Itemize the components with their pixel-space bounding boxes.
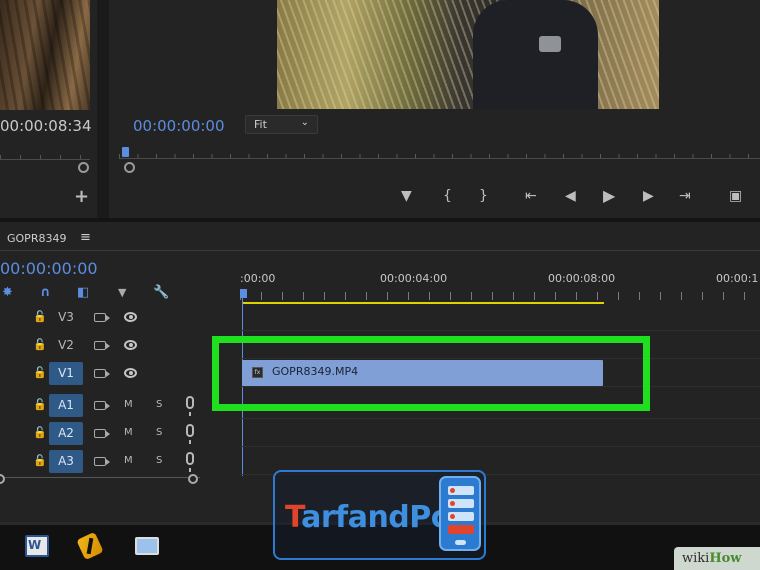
lock-icon[interactable]: 🔓 xyxy=(33,310,47,323)
solo-button[interactable]: S xyxy=(156,427,162,438)
eye-icon[interactable] xyxy=(124,312,137,322)
mute-button[interactable]: M xyxy=(124,399,133,410)
track-target-a1[interactable]: A1 xyxy=(49,394,83,417)
time-ruler[interactable]: :00:00 00:00:04:00 00:00:08:00 00:00:1 xyxy=(240,266,760,306)
scroll-handle-right[interactable] xyxy=(188,474,198,484)
mute-button[interactable]: M xyxy=(124,455,133,466)
lock-icon[interactable]: 🔓 xyxy=(33,426,47,439)
source-timecode[interactable]: 00:00:08:34 xyxy=(0,117,92,135)
sync-lock-icon[interactable] xyxy=(94,401,110,410)
tab-divider xyxy=(0,250,760,251)
word-icon[interactable]: W xyxy=(25,535,49,557)
timeline-timecode[interactable]: 00:00:00:00 xyxy=(0,259,98,278)
sync-lock-icon[interactable] xyxy=(94,313,110,322)
word-letter: W xyxy=(28,538,42,552)
tarfandpc-text: TarfandPc xyxy=(285,500,449,535)
sync-lock-icon[interactable] xyxy=(94,457,110,466)
timeline-scrollbar[interactable] xyxy=(0,477,200,485)
program-zoom-handle[interactable] xyxy=(124,162,135,173)
add-marker-icon[interactable]: ▼ xyxy=(118,286,126,300)
app-icon[interactable] xyxy=(76,531,104,561)
track-target-v2[interactable]: V2 xyxy=(49,334,83,357)
panel-divider[interactable] xyxy=(97,0,109,218)
source-ruler[interactable] xyxy=(0,150,90,160)
video-grass xyxy=(277,0,659,109)
lock-icon[interactable]: 🔓 xyxy=(33,338,47,351)
hamburger-icon[interactable]: ≡ xyxy=(80,230,91,245)
timeline-playhead[interactable] xyxy=(240,289,247,298)
linked-selection-icon[interactable]: ◧ xyxy=(77,286,89,300)
track-lane-v3[interactable] xyxy=(240,304,760,331)
go-to-out-icon[interactable]: ⇥ xyxy=(679,186,691,206)
source-zoom-handle[interactable] xyxy=(78,162,89,173)
wikihow-watermark: wikiHow xyxy=(674,547,760,570)
mic-icon[interactable] xyxy=(186,452,194,472)
add-marker-icon[interactable]: ▼ xyxy=(401,186,412,206)
eye-icon[interactable] xyxy=(124,368,137,378)
step-back-icon[interactable]: ◀ xyxy=(565,186,576,206)
magnet-icon[interactable]: ∩ xyxy=(40,286,51,300)
go-to-in-icon[interactable]: ⇤ xyxy=(525,186,537,206)
mark-in-icon[interactable]: { xyxy=(443,186,452,206)
track-target-a2[interactable]: A2 xyxy=(49,422,83,445)
source-video-frame xyxy=(0,0,90,110)
track-lane-a2[interactable] xyxy=(240,420,760,447)
zoom-value: Fit xyxy=(254,118,267,131)
video-person xyxy=(473,0,598,109)
mic-icon[interactable] xyxy=(186,424,194,444)
solo-button[interactable]: S xyxy=(156,399,162,410)
ruler-ticks xyxy=(240,292,760,300)
ruler-label: 00:00:1 xyxy=(716,272,759,285)
lock-icon[interactable]: 🔓 xyxy=(33,398,47,411)
mark-out-icon[interactable]: } xyxy=(479,186,488,206)
program-ruler[interactable] xyxy=(119,147,760,159)
chevron-down-icon: ⌄ xyxy=(300,117,309,128)
insert-icon[interactable]: ▣ xyxy=(729,186,742,206)
eye-icon[interactable] xyxy=(124,340,137,350)
program-timecode[interactable]: 00:00:00:00 xyxy=(133,117,225,135)
highlight-box xyxy=(212,336,650,411)
wrench-icon[interactable]: 🔧 xyxy=(153,286,169,300)
track-target-v1[interactable]: V1 xyxy=(49,362,83,385)
solo-button[interactable]: S xyxy=(156,455,162,466)
play-icon[interactable]: ▶ xyxy=(603,186,615,206)
source-monitor: 00:00:08:34 + xyxy=(0,0,97,218)
lock-icon[interactable]: 🔓 xyxy=(33,366,47,379)
program-video-frame xyxy=(277,0,659,109)
sync-lock-icon[interactable] xyxy=(94,369,110,378)
tarfandpc-logo: TarfandPc xyxy=(273,470,486,560)
program-playhead[interactable] xyxy=(122,147,129,157)
ruler-label: :00:00 xyxy=(240,272,276,285)
sequence-tab[interactable]: GOPR8349 xyxy=(7,232,66,245)
phone-icon xyxy=(439,476,481,551)
track-target-v3[interactable]: V3 xyxy=(49,306,83,329)
sync-lock-icon[interactable] xyxy=(94,429,110,438)
track-target-a3[interactable]: A3 xyxy=(49,450,83,473)
ruler-label: 00:00:04:00 xyxy=(380,272,448,285)
program-monitor: 00:00:00:00 Fit ⌄ ▼ { } ⇤ ◀ ▶ ▶ ⇥ ▣ xyxy=(109,0,760,218)
track-row-v3: 🔓 V3 xyxy=(0,304,760,332)
zoom-select[interactable]: Fit ⌄ xyxy=(245,115,318,134)
snap-nest-icon[interactable]: ✸ xyxy=(2,286,13,300)
lock-icon[interactable]: 🔓 xyxy=(33,454,47,467)
ruler-label: 00:00:08:00 xyxy=(548,272,616,285)
step-forward-icon[interactable]: ▶ xyxy=(643,186,654,206)
mic-icon[interactable] xyxy=(186,396,194,416)
mute-button[interactable]: M xyxy=(124,427,133,438)
track-row-a2: 🔓 A2 M S xyxy=(0,420,760,448)
plus-icon[interactable]: + xyxy=(74,186,89,207)
image-viewer-icon[interactable] xyxy=(135,537,159,555)
sync-lock-icon[interactable] xyxy=(94,341,110,350)
